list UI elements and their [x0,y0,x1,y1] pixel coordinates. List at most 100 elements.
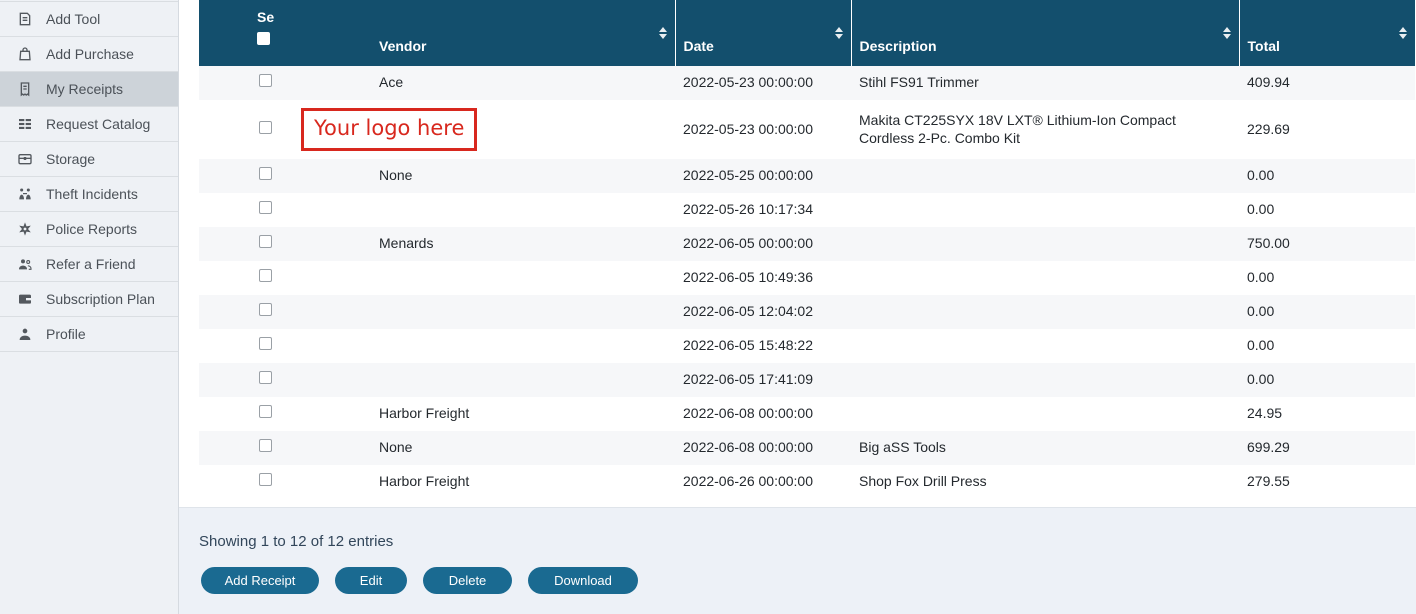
action-buttons-row: Add Receipt Edit Delete Download [201,567,1416,594]
vendor-cell: Your logo here [275,100,675,159]
sidebar-item-add-tool[interactable]: Add Tool [0,2,178,37]
date-header-label: Date [684,38,714,54]
sidebar-item-label: Refer a Friend [46,256,135,272]
row-checkbox[interactable] [259,201,272,214]
select-cell [199,66,275,100]
row-checkbox[interactable] [259,269,272,282]
select-header-label: Select [257,9,275,25]
row-checkbox[interactable] [259,439,272,452]
date-cell: 2022-06-05 00:00:00 [675,227,851,261]
select-cell [199,329,275,363]
vendor-cell: Ace [275,66,675,100]
select-column-header: Select [199,0,275,66]
date-cell: 2022-06-26 00:00:00 [675,465,851,499]
row-checkbox[interactable] [259,235,272,248]
total-header-label: Total [1248,38,1280,54]
select-cell [199,295,275,329]
vendor-column-header[interactable]: Vendor [275,0,675,66]
sort-icon[interactable] [659,27,667,39]
table-row: None 2022-06-08 00:00:00 Big aSS Tools 6… [199,431,1415,465]
table-row: Harbor Freight 2022-06-26 00:00:00 Shop … [199,465,1415,499]
sidebar-item-refer-a-friend[interactable]: Refer a Friend [0,247,178,282]
description-cell [851,193,1239,227]
description-cell [851,295,1239,329]
sort-icon[interactable] [1223,27,1231,39]
date-cell: 2022-06-05 15:48:22 [675,329,851,363]
sidebar-item-label: Add Purchase [46,46,134,62]
row-checkbox[interactable] [259,473,272,486]
app-root: Add Tool Add Purchase My Receipts Reques… [0,0,1416,614]
select-cell [199,261,275,295]
sidebar-item-label: Theft Incidents [46,186,138,202]
row-checkbox[interactable] [259,121,272,134]
sidebar-item-request-catalog[interactable]: Request Catalog [0,107,178,142]
total-cell: 0.00 [1239,261,1415,295]
sidebar-item-subscription-plan[interactable]: Subscription Plan [0,282,178,317]
shopping-bag-icon [17,46,33,62]
person-icon [17,326,33,342]
sort-icon[interactable] [835,27,843,39]
sidebar-item-police-reports[interactable]: Police Reports [0,212,178,247]
sidebar-item-label: Profile [46,326,86,342]
table-body: Ace 2022-05-23 00:00:00 Stihl FS91 Trimm… [199,66,1415,499]
sidebar: Add Tool Add Purchase My Receipts Reques… [0,0,179,614]
date-cell: 2022-06-08 00:00:00 [675,397,851,431]
table-row: 2022-05-26 10:17:34 0.00 [199,193,1415,227]
receipt-icon [17,81,33,97]
sort-icon[interactable] [1399,27,1407,39]
row-checkbox[interactable] [259,337,272,350]
vendor-cell: None [275,431,675,465]
row-checkbox[interactable] [259,405,272,418]
row-checkbox[interactable] [259,74,272,87]
date-cell: 2022-05-25 00:00:00 [675,159,851,193]
download-button[interactable]: Download [528,567,638,594]
sidebar-item-my-receipts[interactable]: My Receipts [0,72,178,107]
vendor-logo-placeholder: Your logo here [301,108,477,151]
sidebar-item-profile[interactable]: Profile [0,317,178,352]
date-cell: 2022-05-23 00:00:00 [675,100,851,159]
row-checkbox[interactable] [259,303,272,316]
total-cell: 699.29 [1239,431,1415,465]
note-icon [17,11,33,27]
row-checkbox[interactable] [259,371,272,384]
theft-people-icon [17,186,33,202]
date-cell: 2022-06-05 17:41:09 [675,363,851,397]
sidebar-item-storage[interactable]: Storage [0,142,178,177]
date-cell: 2022-06-05 12:04:02 [675,295,851,329]
select-cell [199,465,275,499]
vendor-cell: None [275,159,675,193]
sidebar-item-label: Subscription Plan [46,291,155,307]
add-receipt-button[interactable]: Add Receipt [201,567,319,594]
select-cell [199,431,275,465]
delete-button[interactable]: Delete [423,567,512,594]
catalog-list-icon [17,116,33,132]
table-row: Harbor Freight 2022-06-08 00:00:00 24.95 [199,397,1415,431]
date-column-header[interactable]: Date [675,0,851,66]
vendor-cell [275,363,675,397]
sidebar-item-label: Request Catalog [46,116,150,132]
table-bottom-divider [179,507,1416,508]
total-cell: 0.00 [1239,193,1415,227]
table-row: None 2022-05-25 00:00:00 0.00 [199,159,1415,193]
select-cell [199,227,275,261]
table-row: Menards 2022-06-05 00:00:00 750.00 [199,227,1415,261]
total-cell: 24.95 [1239,397,1415,431]
sidebar-item-theft-incidents[interactable]: Theft Incidents [0,177,178,212]
receipts-table-card: Select Vendor Date Description [179,0,1416,507]
description-column-header[interactable]: Description [851,0,1239,66]
total-column-header[interactable]: Total [1239,0,1415,66]
vendor-cell [275,295,675,329]
vendor-cell: Harbor Freight [275,397,675,431]
select-cell [199,159,275,193]
edit-button[interactable]: Edit [335,567,407,594]
sidebar-item-add-purchase[interactable]: Add Purchase [0,37,178,72]
total-cell: 750.00 [1239,227,1415,261]
total-cell: 0.00 [1239,363,1415,397]
total-cell: 0.00 [1239,159,1415,193]
description-cell [851,329,1239,363]
select-all-checkbox[interactable] [257,32,270,45]
description-cell: Makita CT225SYX 18V LXT® Lithium-Ion Com… [851,100,1239,159]
sidebar-item-label: Police Reports [46,221,137,237]
description-cell: Big aSS Tools [851,431,1239,465]
row-checkbox[interactable] [259,167,272,180]
